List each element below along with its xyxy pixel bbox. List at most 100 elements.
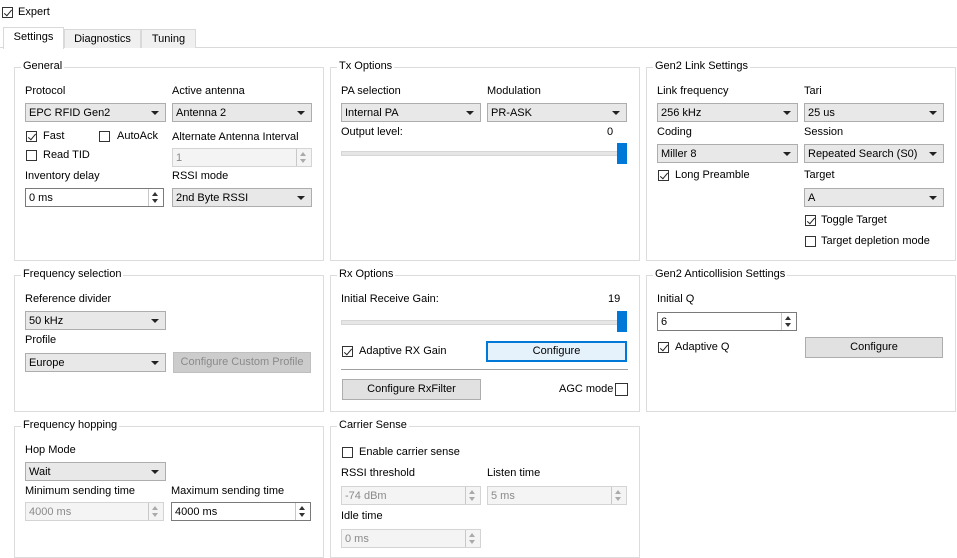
rx-options-title: Rx Options (337, 268, 396, 281)
adaptive-q-checkbox[interactable] (658, 342, 669, 353)
chevron-down-icon (151, 111, 159, 115)
reference-divider-select[interactable]: 50 kHz (25, 311, 166, 330)
output-level-value: 0 (607, 126, 614, 138)
target-select[interactable]: A (804, 188, 944, 207)
adaptive-rx-gain-checkbox[interactable] (342, 346, 353, 357)
rssi-mode-label: RSSI mode (172, 170, 229, 182)
reference-divider-label: Reference divider (25, 293, 112, 305)
gen2-anticollision-title: Gen2 Anticollision Settings (653, 268, 788, 281)
arrow-down-icon (615, 497, 621, 501)
gen2-link-title: Gen2 Link Settings (653, 60, 750, 73)
arrow-down-icon (469, 540, 475, 544)
tab-diagnostics[interactable]: Diagnostics (64, 29, 141, 48)
coding-select[interactable]: Miller 8 (657, 144, 798, 163)
chevron-down-icon (929, 111, 937, 115)
arrow-up-icon (299, 506, 305, 510)
hop-mode-select[interactable]: Wait (25, 462, 166, 481)
configure-rxfilter-button[interactable]: Configure RxFilter (342, 379, 481, 400)
listen-time-stepper[interactable]: 5 ms (487, 486, 627, 505)
rx-configure-button[interactable]: Configure (486, 341, 627, 362)
chevron-down-icon (783, 111, 791, 115)
min-sending-time-stepper[interactable]: 4000 ms (25, 502, 164, 521)
agc-mode-checkbox[interactable] (615, 383, 628, 396)
chevron-down-icon (151, 470, 159, 474)
output-level-track (341, 151, 627, 156)
configure-custom-profile-button[interactable]: Configure Custom Profile (173, 352, 311, 373)
pa-selection-select[interactable]: Internal PA (341, 103, 481, 122)
idle-time-stepper[interactable]: 0 ms (341, 529, 481, 548)
output-level-slider-thumb[interactable] (617, 143, 627, 164)
initial-q-stepper[interactable]: 6 (657, 312, 797, 331)
rssi-threshold-label: RSSI threshold (341, 467, 415, 479)
read-tid-label: Read TID (43, 149, 90, 161)
toggle-target-checkbox[interactable] (805, 215, 816, 226)
agc-mode-label: AGC mode (559, 383, 614, 395)
enable-carrier-sense-checkbox[interactable] (342, 447, 353, 458)
adaptive-rx-gain-label: Adaptive RX Gain (359, 345, 447, 357)
inventory-delay-stepper[interactable]: 0 ms (25, 188, 164, 207)
chevron-down-icon (783, 152, 791, 156)
hop-mode-label: Hop Mode (25, 444, 76, 456)
target-depletion-checkbox[interactable] (805, 236, 816, 247)
tab-tuning[interactable]: Tuning (141, 29, 196, 48)
autoack-label: AutoAck (117, 130, 158, 142)
long-preamble-label: Long Preamble (675, 169, 750, 181)
read-tid-checkbox[interactable] (26, 150, 37, 161)
idle-time-label: Idle time (341, 510, 383, 522)
target-depletion-label: Target depletion mode (821, 235, 930, 247)
chevron-down-icon (929, 196, 937, 200)
arrow-up-icon (615, 490, 621, 494)
carrier-sense-title: Carrier Sense (337, 419, 409, 432)
rssi-mode-select[interactable]: 2nd Byte RSSI (172, 188, 312, 207)
arrow-down-icon (469, 497, 475, 501)
modulation-select[interactable]: PR-ASK (487, 103, 627, 122)
arrow-down-icon (152, 513, 158, 517)
initial-receive-gain-value: 19 (608, 293, 621, 305)
rssi-threshold-stepper[interactable]: -74 dBm (341, 486, 481, 505)
modulation-label: Modulation (487, 85, 541, 97)
adaptive-q-label: Adaptive Q (675, 341, 730, 353)
expert-label: Expert (18, 6, 50, 18)
expert-checkbox[interactable] (2, 7, 13, 18)
session-select[interactable]: Repeated Search (S0) (804, 144, 944, 163)
chevron-down-icon (151, 319, 159, 323)
anticollision-configure-button[interactable]: Configure (805, 337, 943, 358)
arrow-up-icon (785, 316, 791, 320)
listen-time-label: Listen time (487, 467, 541, 479)
coding-label: Coding (657, 126, 692, 138)
tari-select[interactable]: 25 us (804, 103, 944, 122)
arrow-down-icon (299, 513, 305, 517)
chevron-down-icon (466, 111, 474, 115)
profile-label: Profile (25, 334, 57, 346)
chevron-down-icon (612, 111, 620, 115)
protocol-label: Protocol (25, 85, 66, 97)
link-frequency-select[interactable]: 256 kHz (657, 103, 798, 122)
link-frequency-label: Link frequency (657, 85, 729, 97)
protocol-select[interactable]: EPC RFID Gen2 (25, 103, 166, 122)
active-antenna-select[interactable]: Antenna 2 (172, 103, 312, 122)
frequency-selection-title: Frequency selection (21, 268, 124, 281)
chevron-down-icon (297, 196, 305, 200)
arrow-down-icon (152, 199, 158, 203)
initial-q-label: Initial Q (657, 293, 695, 305)
chevron-down-icon (929, 152, 937, 156)
max-sending-time-stepper[interactable]: 4000 ms (171, 502, 311, 521)
arrow-down-icon (300, 159, 306, 163)
fast-checkbox[interactable] (26, 131, 37, 142)
session-label: Session (804, 126, 844, 138)
profile-select[interactable]: Europe (25, 353, 166, 372)
long-preamble-checkbox[interactable] (658, 170, 669, 181)
autoack-checkbox[interactable] (99, 131, 110, 142)
tab-settings[interactable]: Settings (3, 27, 64, 49)
arrow-up-icon (152, 506, 158, 510)
alt-antenna-stepper[interactable]: 1 (172, 148, 312, 167)
arrow-up-icon (300, 152, 306, 156)
tx-options-title: Tx Options (337, 60, 395, 73)
inventory-delay-label: Inventory delay (25, 170, 100, 182)
output-level-label: Output level: (341, 126, 403, 138)
initial-receive-gain-slider-thumb[interactable] (617, 311, 627, 332)
tari-label: Tari (804, 85, 822, 97)
toggle-target-label: Toggle Target (821, 214, 887, 226)
initial-receive-gain-label: Initial Receive Gain: (341, 293, 439, 305)
rx-separator (341, 369, 628, 370)
